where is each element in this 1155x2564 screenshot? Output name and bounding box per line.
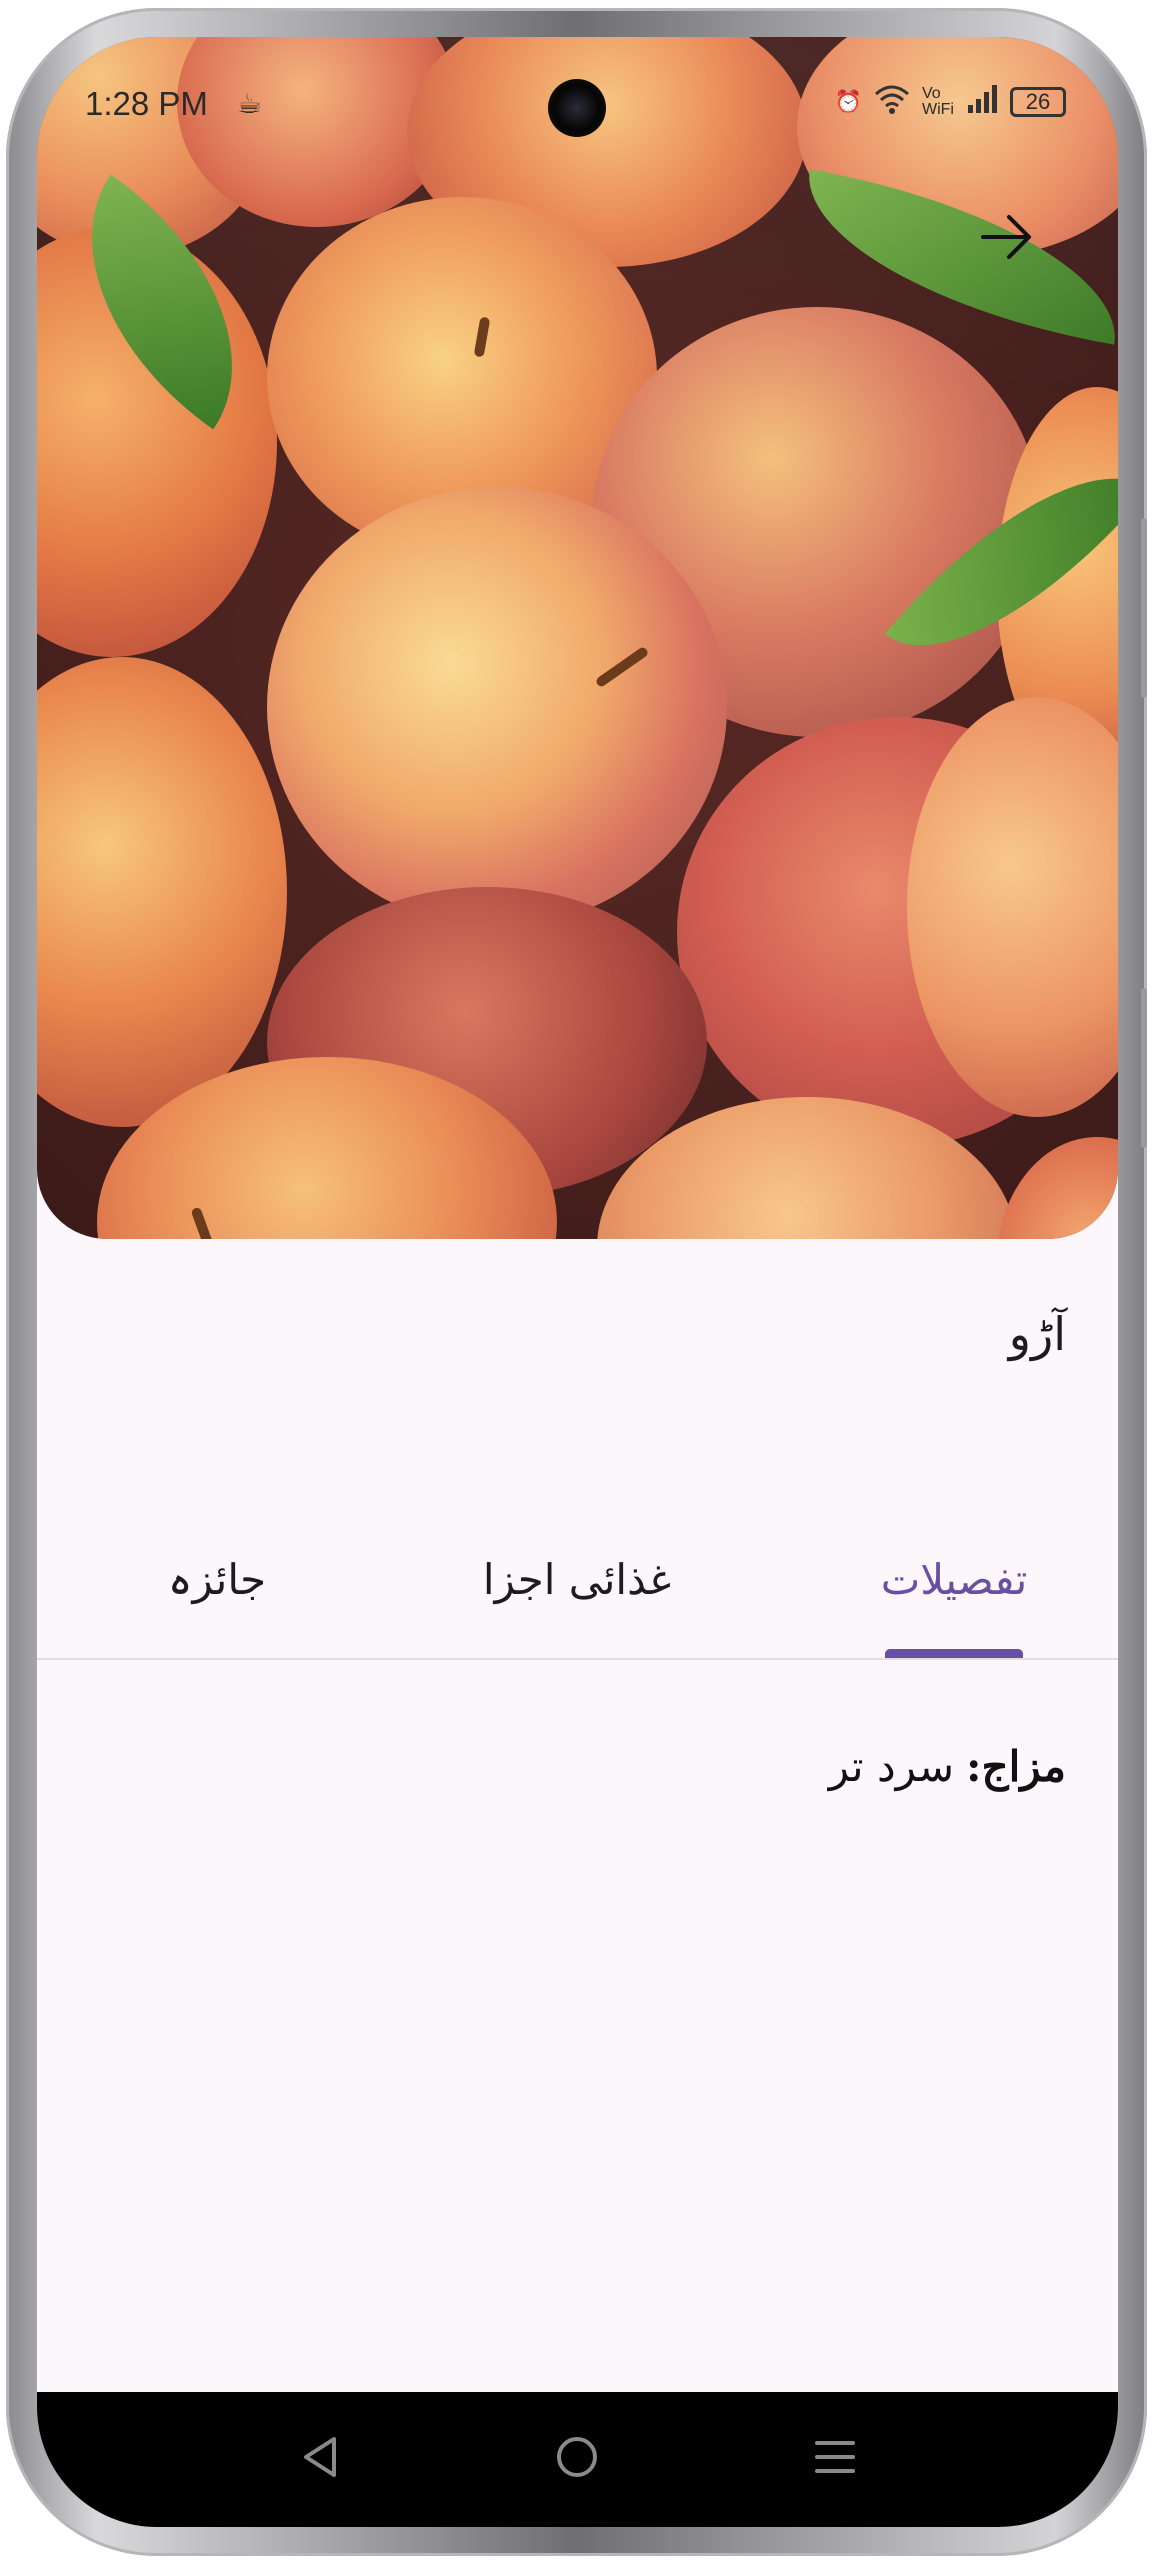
fruit-image <box>37 37 1118 1239</box>
tab-review[interactable]: جائزہ <box>67 1522 367 1637</box>
screen: 1:28 PM ☕ ⏰ Vo WiFi 26 آڑو تفصیلات غذائی… <box>37 37 1118 2527</box>
tab-label: تفصیلات <box>880 1555 1028 1604</box>
item-title: آڑو <box>1008 1307 1066 1361</box>
status-time: 1:28 PM <box>85 85 208 122</box>
temperament-value: سرد تر <box>828 1742 955 1791</box>
tab-nutrients[interactable]: غذائی اجزا <box>427 1522 727 1637</box>
navigation-bar <box>37 2392 1118 2527</box>
tab-label: جائزہ <box>167 1555 267 1604</box>
power-button <box>1141 988 1147 1148</box>
volume-button <box>1141 518 1147 698</box>
status-icons: ⏰ Vo WiFi 26 <box>835 84 1066 120</box>
tab-label: غذائی اجزا <box>482 1555 672 1604</box>
lines-menu-icon[interactable] <box>805 2427 865 2487</box>
notification-icon: ☕ <box>237 87 263 120</box>
temperament-row: مزاج: سرد تر <box>829 1742 1066 1791</box>
battery-icon: 26 <box>1010 87 1066 117</box>
tab-details[interactable]: تفصیلات <box>804 1522 1104 1637</box>
signal-icon <box>968 85 998 119</box>
arrow-right-icon[interactable] <box>977 212 1037 272</box>
front-camera <box>548 79 606 137</box>
status-bar: 1:28 PM ☕ ⏰ Vo WiFi 26 <box>37 37 1118 147</box>
wifi-icon <box>874 84 910 120</box>
vowifi-label: Vo WiFi <box>922 85 954 118</box>
tab-indicator <box>885 1649 1023 1658</box>
alarm-icon: ⏰ <box>834 89 862 114</box>
temperament-label: مزاج: <box>966 1742 1066 1791</box>
triangle-back-icon[interactable] <box>290 2427 350 2487</box>
tab-divider <box>37 1658 1118 1660</box>
circle-home-icon[interactable] <box>547 2427 607 2487</box>
tab-bar: تفصیلات غذائی اجزا جائزہ <box>37 1522 1118 1659</box>
